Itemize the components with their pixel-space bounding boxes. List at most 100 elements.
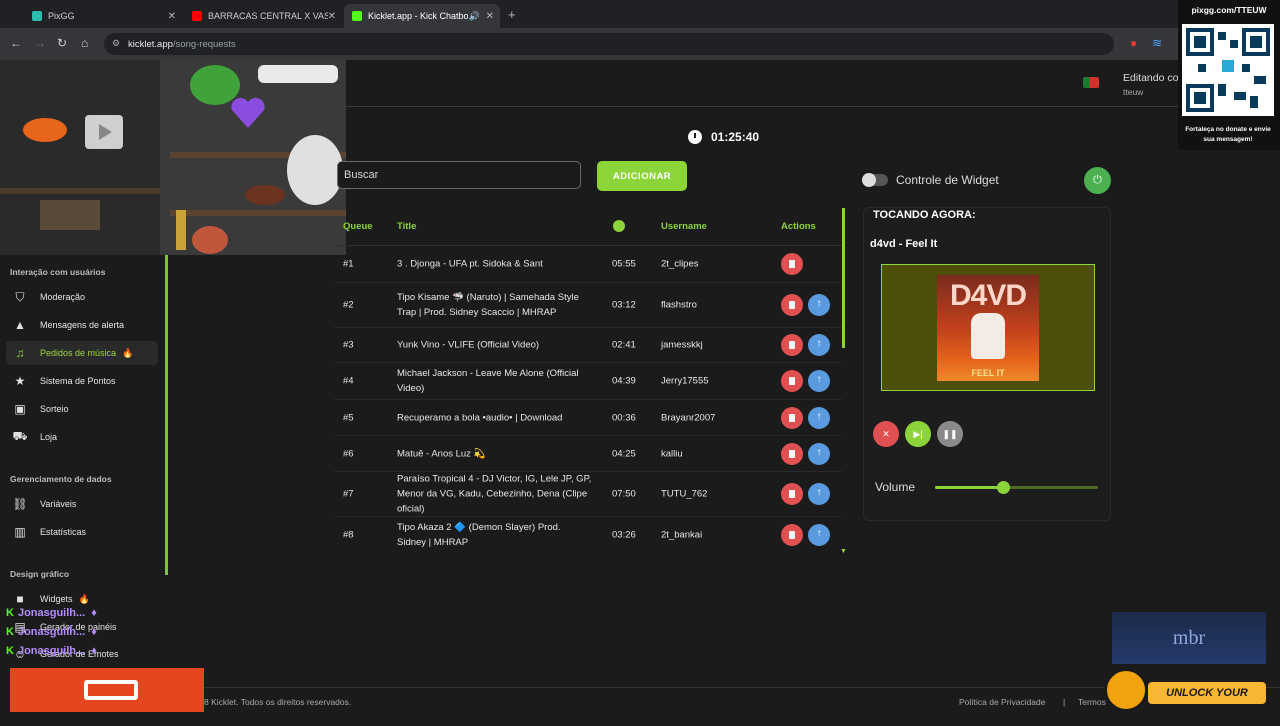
- move-up-button[interactable]: [808, 524, 830, 546]
- sidebar-item-variables[interactable]: ⛓ Variáveis: [6, 492, 158, 516]
- delete-song-button[interactable]: [781, 253, 803, 275]
- delete-song-button[interactable]: [781, 334, 803, 356]
- scroll-down-icon[interactable]: ▼: [840, 548, 847, 555]
- move-up-button[interactable]: [808, 483, 830, 505]
- album-cover: D4VD FEEL IT: [937, 275, 1039, 381]
- shield-icon: ⛉: [15, 289, 25, 304]
- sidebar-item-giveaway[interactable]: ▣ Sorteio: [6, 397, 158, 421]
- tab-youtube[interactable]: BARRACAS CENTRAL X VASCO ✕: [184, 4, 342, 28]
- kicklet-favicon-icon: [352, 11, 362, 21]
- terms-link[interactable]: Termos: [1078, 697, 1106, 707]
- stream-alert-overlay: [10, 668, 204, 712]
- fire-icon: 🔥: [78, 593, 90, 604]
- privacy-policy-link[interactable]: Política de Privacidade: [959, 697, 1045, 707]
- table-row: #6 Matuê - Anos Luz 💫 04:25 kalliu: [334, 436, 842, 472]
- column-username: Username: [661, 221, 707, 232]
- move-up-button[interactable]: [808, 442, 830, 465]
- music-icon: ♫: [15, 346, 25, 360]
- chat-message: K Jonasguilh... ♦: [6, 607, 97, 619]
- home-icon[interactable]: ⌂: [81, 36, 88, 50]
- speaker-icon[interactable]: 🔊: [469, 11, 480, 22]
- close-tab-icon[interactable]: ✕: [328, 11, 336, 22]
- widget-control-label: Controle de Widget: [896, 173, 999, 187]
- header-divider: [346, 106, 1280, 107]
- footer-copyright: 8 Kicklet. Todos os direitos reservados.: [204, 697, 352, 707]
- delete-song-button[interactable]: [781, 442, 803, 465]
- table-scrollbar[interactable]: [842, 208, 845, 348]
- sidebar-item-alerts[interactable]: ▲ Mensagens de alerta: [6, 313, 158, 337]
- warning-icon: ▲: [14, 318, 26, 332]
- extension-icon[interactable]: ●: [1130, 36, 1137, 50]
- emote-icon: ♦: [91, 645, 97, 657]
- power-button[interactable]: ⏻: [1084, 167, 1111, 194]
- move-up-button[interactable]: [808, 334, 830, 356]
- donation-message: Fortaleça no donate e envie sua mensagem…: [1185, 126, 1271, 143]
- queue-timer: 01:25:40: [688, 130, 759, 144]
- delete-song-button[interactable]: [781, 406, 803, 429]
- back-icon[interactable]: ←: [10, 36, 22, 50]
- close-tab-icon[interactable]: ✕: [168, 11, 176, 22]
- reload-icon[interactable]: ↻: [57, 36, 67, 50]
- url-field[interactable]: ⚙ kicklet.app/song-requests: [104, 33, 1114, 55]
- search-input[interactable]: [337, 161, 581, 189]
- table-row: #2 Tipo Kisame 🦈 (Naruto) | Samehada Sty…: [334, 283, 842, 328]
- forward-icon[interactable]: →: [34, 36, 46, 50]
- now-playing-title: d4vd - Feel It: [870, 238, 938, 250]
- sidebar-scrollbar[interactable]: [165, 255, 168, 575]
- cover-artist-text: D4VD: [949, 279, 1027, 312]
- section-title: Design gráfico: [10, 569, 70, 579]
- move-up-button[interactable]: [808, 294, 830, 316]
- now-playing-header: TOCANDO AGORA:: [873, 209, 976, 221]
- new-tab-icon[interactable]: +: [508, 7, 516, 22]
- column-title: Title: [397, 221, 417, 232]
- bonus-label: UNLOCK YOUR BONUS: [1148, 682, 1266, 721]
- kick-icon: K: [6, 645, 14, 657]
- tab-pixgg[interactable]: PixGG ✕: [24, 4, 182, 28]
- volume-slider-fill: [935, 486, 1004, 489]
- delete-song-button[interactable]: [781, 524, 803, 546]
- cover-title-text: FEEL IT: [971, 368, 1005, 378]
- coin-icon: [1104, 668, 1148, 712]
- table-row: #5 Recuperamo a bola •audio• | Download …: [334, 400, 842, 436]
- fire-icon: 🔥: [122, 347, 134, 358]
- move-up-button[interactable]: [808, 406, 830, 429]
- duration-clock-icon: [613, 220, 625, 232]
- close-tab-icon[interactable]: ✕: [486, 11, 494, 22]
- chat-message: K Jonasguilh... ♦: [6, 626, 97, 638]
- skip-button[interactable]: ▶|: [905, 421, 931, 447]
- browser-tab-bar: PixGG ✕ BARRACAS CENTRAL X VASCO ✕ Kickl…: [0, 0, 1280, 28]
- stop-button[interactable]: ✕: [873, 421, 899, 447]
- widget-control-toggle[interactable]: [862, 173, 888, 187]
- table-row: #4 Michael Jackson - Leave Me Alone (Off…: [334, 363, 842, 400]
- delete-song-button[interactable]: [781, 370, 803, 392]
- song-queue-table: Queue Title Username Actions #1 3 . Djon…: [334, 208, 842, 553]
- site-info-icon[interactable]: ⚙: [112, 38, 120, 49]
- portugal-flag-icon[interactable]: [1083, 77, 1099, 88]
- sidebar-item-shop[interactable]: ⛟ Loja: [6, 425, 158, 449]
- chart-icon: ▥: [14, 525, 26, 539]
- tab-kicklet[interactable]: Kicklet.app - Kick Chatbot a 🔊 ✕: [344, 4, 500, 28]
- delete-song-button[interactable]: [781, 483, 803, 505]
- delete-song-button[interactable]: [781, 294, 803, 316]
- sidebar-item-points[interactable]: ★ Sistema de Pontos: [6, 369, 158, 393]
- table-row: #7 Paraíso Tropical 4 - DJ Victor, IG, L…: [334, 472, 842, 517]
- link-icon: ⛓: [12, 497, 28, 511]
- sidebar: Interação com usuários ⛉ Moderação ▲ Mensa…: [0, 255, 168, 665]
- section-title: Interação com usuários: [10, 267, 106, 277]
- kick-icon: K: [6, 607, 14, 619]
- editing-username: tteuw: [1123, 87, 1144, 97]
- gift-icon: ▣: [14, 402, 26, 416]
- star-icon: ★: [14, 374, 26, 388]
- cart-icon: ⛟: [12, 429, 28, 443]
- cover-figure: [971, 313, 1005, 359]
- move-up-button[interactable]: [808, 370, 830, 392]
- sidebar-item-moderation[interactable]: ⛉ Moderação: [6, 285, 158, 309]
- table-row: #3 Yunk Vino - VLIFE (Official Video) 02…: [334, 328, 842, 363]
- column-queue: Queue: [343, 221, 373, 232]
- webcam-scene: [0, 60, 346, 255]
- sidebar-item-song-requests[interactable]: ♫ Pedidos de música 🔥: [6, 341, 158, 365]
- pause-button[interactable]: ❚❚: [937, 421, 963, 447]
- sidebar-item-statistics[interactable]: ▥ Estatísticas: [6, 520, 158, 544]
- cast-icon[interactable]: ≋: [1152, 36, 1162, 50]
- add-song-button[interactable]: ADICIONAR: [597, 161, 687, 191]
